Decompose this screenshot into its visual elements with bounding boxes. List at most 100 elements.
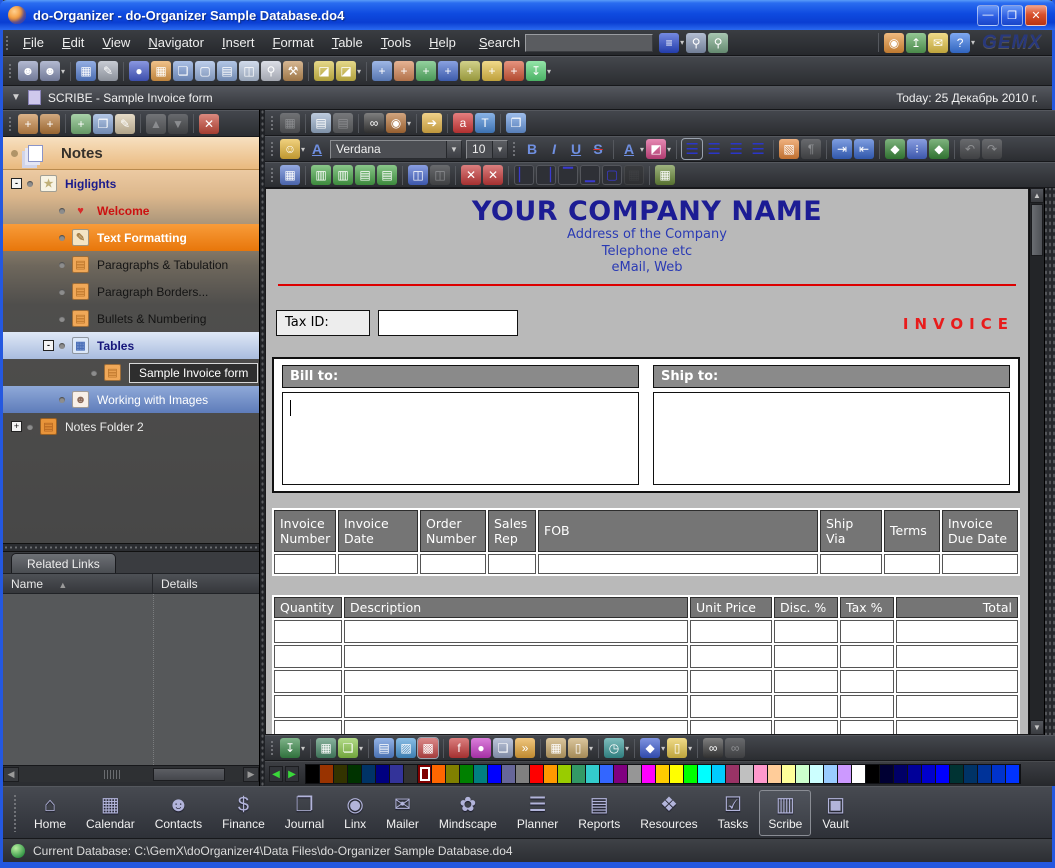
color-swatch[interactable] — [474, 765, 488, 783]
dropdown-caret-icon[interactable]: ▾ — [680, 38, 684, 47]
color-swatch[interactable] — [516, 765, 530, 783]
color-swatch[interactable] — [614, 765, 628, 783]
bullets-icon[interactable]: ◆ — [885, 139, 905, 159]
nav-finance[interactable]: $Finance — [213, 790, 274, 836]
color-swatch[interactable] — [698, 765, 712, 783]
color-swatch[interactable] — [936, 765, 950, 783]
border-bottom-icon[interactable]: ▁ — [580, 165, 600, 185]
insert-spreadsheet-icon[interactable]: ▦ — [316, 738, 336, 758]
dropdown-caret-icon[interactable]: ▾ — [301, 145, 305, 154]
table-cell[interactable] — [488, 554, 536, 574]
autotext-icon[interactable]: T — [475, 113, 495, 133]
nav-vault[interactable]: ▣Vault — [813, 790, 857, 836]
sticky-note-icon[interactable]: ◪ — [314, 61, 334, 81]
table-cell[interactable] — [896, 620, 1018, 643]
color-swatch[interactable] — [908, 765, 922, 783]
menu-tools[interactable]: Tools — [372, 31, 420, 54]
table-cell[interactable] — [840, 695, 894, 718]
tree-item-higlights[interactable]: -★Higlights — [3, 170, 259, 197]
import-icon[interactable]: ↧▾ — [526, 61, 551, 81]
color-swatch[interactable] — [782, 765, 796, 783]
table-cell[interactable] — [896, 645, 1018, 668]
insert-flash-icon[interactable]: f — [449, 738, 469, 758]
nav-calendar[interactable]: ▦Calendar — [77, 790, 144, 836]
table-cell[interactable] — [344, 720, 688, 736]
color-swatch[interactable] — [852, 765, 866, 783]
hammer-icon[interactable]: ⚒ — [283, 61, 303, 81]
window-view-icon[interactable]: ▢ — [195, 61, 215, 81]
nav-resources[interactable]: ❖Resources — [631, 790, 706, 836]
table-cell[interactable] — [896, 720, 1018, 736]
border-top-icon[interactable]: ▔ — [558, 165, 578, 185]
color-swatch[interactable] — [362, 765, 376, 783]
scrollbar-thumb[interactable] — [1031, 204, 1043, 256]
table-cell[interactable] — [538, 554, 818, 574]
color-swatch[interactable] — [768, 765, 782, 783]
color-swatch[interactable] — [642, 765, 656, 783]
tree-item-tables[interactable]: -▦Tables — [3, 332, 259, 359]
font-style-icon[interactable]: A — [307, 139, 327, 159]
color-swatch[interactable] — [530, 765, 544, 783]
color-swatch[interactable] — [600, 765, 614, 783]
color-swatch[interactable] — [950, 765, 964, 783]
color-swatch[interactable] — [866, 765, 880, 783]
insert-bullet-icon[interactable]: ◆▾ — [640, 738, 665, 758]
table-cell[interactable] — [338, 554, 418, 574]
menu-format[interactable]: Format — [264, 31, 323, 54]
collapse-expander-icon[interactable]: - — [43, 340, 54, 351]
table-cell[interactable] — [942, 554, 1018, 574]
color-swatch[interactable] — [656, 765, 670, 783]
color-swatch[interactable] — [376, 765, 390, 783]
color-swatch[interactable] — [810, 765, 824, 783]
insert-document-icon[interactable]: ▤ — [374, 738, 394, 758]
color-swatch[interactable] — [964, 765, 978, 783]
emoticon-icon[interactable]: ☺▾ — [280, 139, 305, 159]
table-cell[interactable] — [344, 620, 688, 643]
help-icon[interactable]: ?▾ — [950, 33, 975, 53]
bill-to-field[interactable] — [282, 392, 639, 485]
table-cell[interactable] — [820, 554, 882, 574]
spellcheck-icon[interactable]: a — [453, 113, 473, 133]
scroll-down-icon[interactable]: ▼ — [1030, 720, 1044, 735]
add-folder-icon[interactable]: + — [18, 114, 38, 134]
delete-col-icon[interactable]: ✕ — [483, 165, 503, 185]
insert-date-short-icon[interactable]: ▯▾ — [568, 738, 593, 758]
table-cell[interactable] — [274, 720, 342, 736]
table-cell[interactable] — [774, 695, 838, 718]
horizontal-splitter[interactable] — [3, 543, 259, 552]
insert-row-above-icon[interactable]: ▤ — [355, 165, 375, 185]
tree-item-paragraphs-tabulation[interactable]: ▤Paragraphs & Tabulation — [3, 251, 259, 278]
nav-mindscape[interactable]: ✿Mindscape — [430, 790, 506, 836]
add-task-icon[interactable]: + — [416, 61, 436, 81]
insert-stamp-icon[interactable]: ▩ — [418, 738, 438, 758]
table-cell[interactable] — [690, 645, 772, 668]
menu-insert[interactable]: Insert — [213, 31, 264, 54]
tree-item-text-formatting[interactable]: ✎Text Formatting — [3, 224, 259, 251]
search-input[interactable] — [525, 34, 653, 52]
minimize-button[interactable]: — — [977, 5, 999, 26]
border-right-icon[interactable]: ▕ — [536, 165, 556, 185]
color-swatch[interactable] — [306, 765, 320, 783]
art-media-icon[interactable]: ◉▾ — [386, 113, 411, 133]
add-note-icon[interactable]: + — [482, 61, 502, 81]
menu-view[interactable]: View — [93, 31, 139, 54]
scrollbar-thumb[interactable] — [153, 768, 225, 781]
collapse-expander-icon[interactable]: - — [11, 178, 22, 189]
table-cell[interactable] — [274, 645, 342, 668]
ship-to-field[interactable] — [653, 392, 1010, 485]
tax-id-field[interactable] — [378, 310, 518, 336]
color-swatch[interactable] — [320, 765, 334, 783]
menu-file[interactable]: File — [14, 31, 53, 54]
insert-object-icon[interactable]: ❏ — [493, 738, 513, 758]
color-swatch[interactable] — [992, 765, 1006, 783]
insert-col-right-icon[interactable]: ▥ — [333, 165, 353, 185]
panels-icon[interactable]: ❏ — [173, 61, 193, 81]
insert-row-below-icon[interactable]: ▤ — [377, 165, 397, 185]
menu-navigator[interactable]: Navigator — [139, 31, 213, 54]
insert-quote-icon[interactable]: » — [515, 738, 535, 758]
privacy-icon[interactable]: ◉ — [884, 33, 904, 53]
copy-special-icon[interactable]: ❐ — [506, 113, 526, 133]
strikethrough-icon[interactable]: S — [588, 139, 608, 159]
table-cell[interactable] — [840, 720, 894, 736]
scroll-right-icon[interactable]: ▶ — [243, 767, 259, 782]
